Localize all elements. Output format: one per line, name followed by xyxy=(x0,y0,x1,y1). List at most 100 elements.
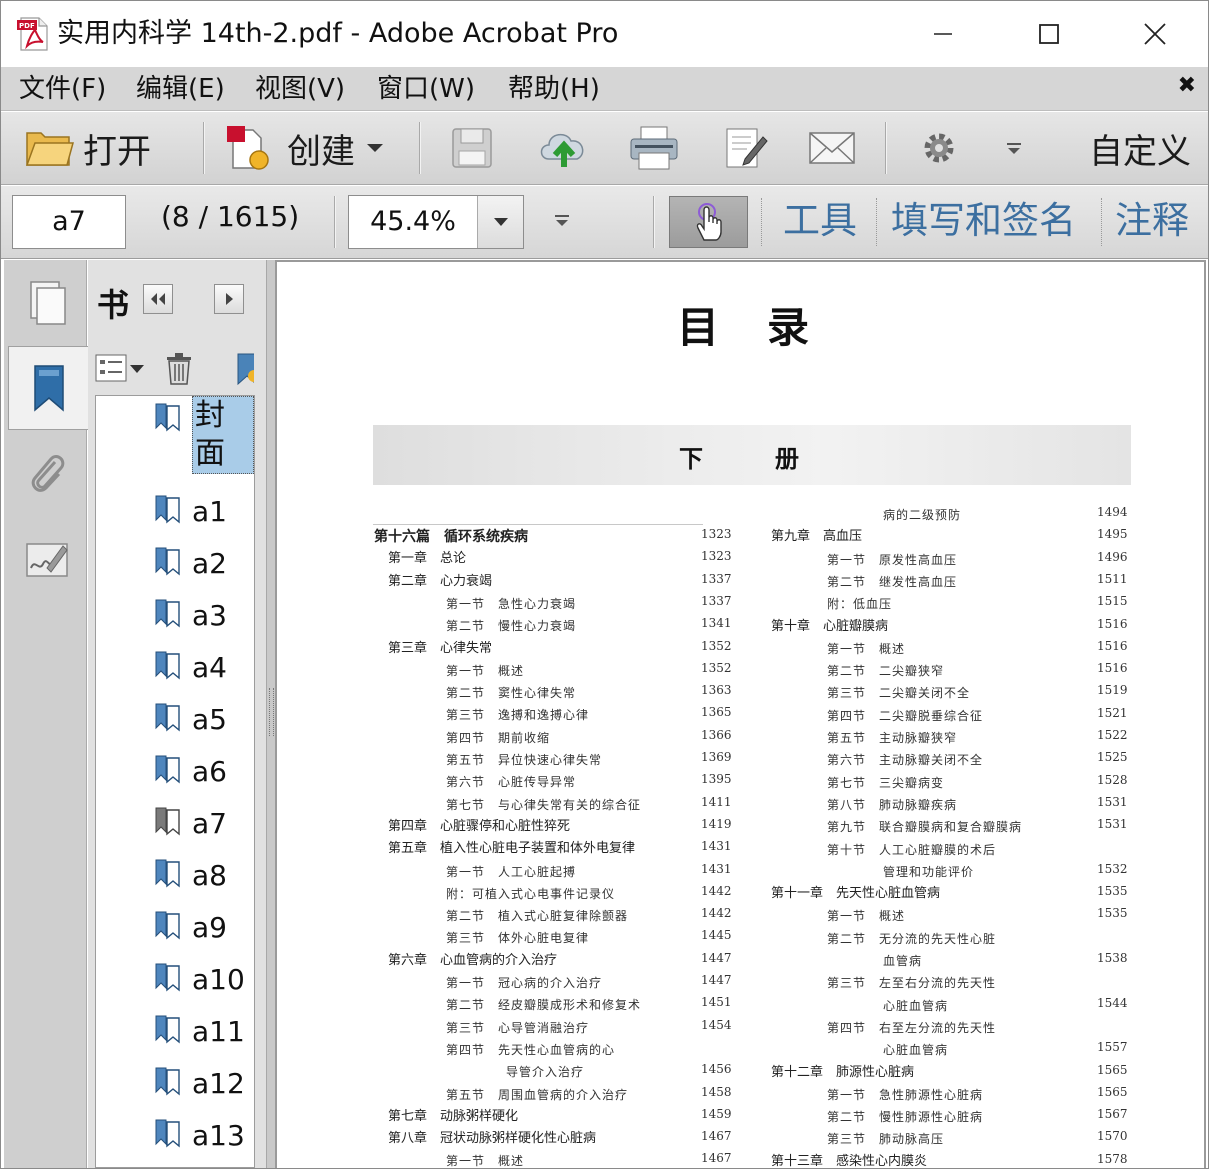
hand-tool-button[interactable] xyxy=(669,196,748,248)
bookmark-icon xyxy=(155,859,180,888)
save-icon xyxy=(452,128,492,168)
bookmark-options-button[interactable] xyxy=(94,352,146,390)
print-button[interactable] xyxy=(629,118,679,178)
attachments-button[interactable] xyxy=(8,432,86,516)
toc-page-number: 1323 xyxy=(701,527,732,541)
menu-help[interactable]: 帮助(H) xyxy=(508,71,600,107)
bookmarks-panel-button[interactable] xyxy=(8,346,88,430)
bookmarks-toolbar xyxy=(88,350,267,390)
close-document-button[interactable]: ✖ xyxy=(1178,73,1196,98)
comment-pane-link[interactable]: 注释 xyxy=(1115,198,1189,244)
toc-entry: 第六节 心脏传导异常 xyxy=(446,775,577,790)
bookmarks-panel: 书 封面 a1 a2 a3 a4 a5 a6 a7 a8 a9 a10 a11 … xyxy=(88,260,267,1168)
page-thumbnails-button[interactable] xyxy=(8,260,86,344)
bookmark-item[interactable]: a5 xyxy=(96,696,254,748)
menu-edit[interactable]: 编辑(E) xyxy=(136,71,225,107)
bookmark-item[interactable]: a6 xyxy=(96,748,254,800)
document-view[interactable]: 目录 下册 第十六篇 循环系统疾病 1323 第一章 总论 1323 第二章 心力衰竭 1… xyxy=(275,260,1206,1168)
bookmarks-tree: 封面 a1 a2 a3 a4 a5 a6 a7 a8 a9 a10 a11 a12 a13 xyxy=(95,395,255,1168)
customize-label: 自定义 xyxy=(1089,131,1191,172)
bookmark-item[interactable]: a4 xyxy=(96,644,254,696)
expand-panel-button[interactable] xyxy=(214,284,244,314)
toc-page-number: 1442 xyxy=(701,906,732,921)
toc-entry: 附：低血压 xyxy=(827,597,893,612)
maximize-button[interactable] xyxy=(1019,11,1079,57)
bookmark-item[interactable]: a11 xyxy=(96,1008,254,1060)
panel-splitter[interactable] xyxy=(267,260,275,1168)
toc-entry: 第三节 心导管消融治疗 xyxy=(446,1020,590,1035)
open-button[interactable]: 打开 xyxy=(25,118,151,178)
page-number-input[interactable]: a7 xyxy=(12,195,126,249)
toc-page-number: 1578 xyxy=(1097,1151,1128,1166)
customize-button[interactable]: 自定义 xyxy=(1089,118,1191,178)
close-window-button[interactable] xyxy=(1125,11,1185,57)
toc-entry: 第二节 植入式心脏复律除颤器 xyxy=(446,909,629,924)
toolbar-overflow-button[interactable] xyxy=(1003,118,1025,178)
bookmark-item[interactable]: a7 xyxy=(96,800,254,852)
menu-view[interactable]: 视图(V) xyxy=(255,71,345,107)
bookmark-item[interactable]: a13 xyxy=(96,1112,254,1164)
close-icon xyxy=(1144,23,1166,45)
bookmark-item[interactable]: a9 xyxy=(96,904,254,956)
bookmark-item[interactable]: a8 xyxy=(96,852,254,904)
delete-bookmark-button[interactable] xyxy=(165,352,193,390)
bookmark-item[interactable]: a3 xyxy=(96,592,254,644)
toc-entry: 第六节 主动脉瓣关闭不全 xyxy=(827,753,984,768)
open-label: 打开 xyxy=(83,131,151,172)
new-bookmark-icon xyxy=(237,353,254,386)
tools-pane-link[interactable]: 工具 xyxy=(783,198,857,244)
toc-page-number: 1419 xyxy=(701,816,732,831)
bookmark-label: 封面 xyxy=(192,396,254,474)
bookmark-item[interactable]: 封面 xyxy=(96,396,254,474)
hand-icon xyxy=(696,203,722,241)
email-button[interactable] xyxy=(807,118,857,178)
toc-entry: 第三节 二尖瓣关闭不全 xyxy=(827,686,971,701)
toc-page-number: 1323 xyxy=(701,549,732,564)
toolbar-separator xyxy=(761,198,762,246)
zoom-select[interactable]: 45.4% xyxy=(348,195,524,249)
toc-entry: 第五节 周围血管病的介入治疗 xyxy=(446,1087,629,1102)
toc-entry: 第三节 逸搏和逸搏心律 xyxy=(446,708,590,723)
bookmark-item[interactable]: a2 xyxy=(96,540,254,592)
toc-entry: 第五章 植入性心脏电子装置和体外电复律 xyxy=(388,841,636,857)
new-bookmark-button[interactable] xyxy=(234,352,254,390)
toc-page-number: 1570 xyxy=(1097,1129,1128,1144)
create-button[interactable]: 创建 xyxy=(223,118,385,178)
nav-overflow-button[interactable] xyxy=(551,212,573,236)
bookmark-icon xyxy=(155,403,180,432)
cloud-upload-button[interactable] xyxy=(537,118,591,178)
toc-page-number: 1557 xyxy=(1097,1040,1128,1055)
toc-page-number: 1535 xyxy=(1097,906,1128,921)
collapse-panel-button[interactable] xyxy=(143,284,173,314)
volume-banner: 下册 xyxy=(373,425,1131,485)
fill-sign-pane-link[interactable]: 填写和签名 xyxy=(891,198,1076,244)
toc-page-number: 1521 xyxy=(1097,705,1128,720)
toc-entry: 第一节 人工心脏起搏 xyxy=(446,864,577,879)
toolbar-separator xyxy=(1101,198,1102,246)
toc-page-number: 1511 xyxy=(1097,571,1128,586)
bookmark-item[interactable]: a10 xyxy=(96,956,254,1008)
navigation-rail xyxy=(4,260,88,1168)
toc-heading: 目录 xyxy=(677,303,858,352)
bookmark-item[interactable]: a1 xyxy=(96,488,254,540)
save-button[interactable] xyxy=(449,118,495,178)
edit-document-button[interactable] xyxy=(723,118,769,178)
toc-page-number: 1445 xyxy=(701,928,732,943)
toc-page-number: 1454 xyxy=(701,1017,732,1032)
signatures-button[interactable] xyxy=(8,518,86,602)
settings-button[interactable] xyxy=(919,118,959,178)
toc-page-number: 1565 xyxy=(1097,1084,1128,1099)
minimize-button[interactable] xyxy=(913,11,973,57)
bookmark-item[interactable]: a12 xyxy=(96,1060,254,1112)
menu-file[interactable]: 文件(F) xyxy=(19,71,106,107)
toc-page-number: 1494 xyxy=(1097,505,1128,519)
bookmark-label: a2 xyxy=(192,547,227,580)
toc-entry: 第三节 左至右分流的先天性 xyxy=(827,976,997,991)
zoom-value[interactable]: 45.4% xyxy=(349,196,477,248)
toc-page-number: 1366 xyxy=(701,727,732,742)
trash-icon xyxy=(167,353,191,385)
overflow-icon xyxy=(1007,143,1021,154)
zoom-dropdown-button[interactable] xyxy=(477,196,523,248)
toc-page-number: 1456 xyxy=(701,1062,732,1077)
menu-window[interactable]: 窗口(W) xyxy=(377,71,475,107)
